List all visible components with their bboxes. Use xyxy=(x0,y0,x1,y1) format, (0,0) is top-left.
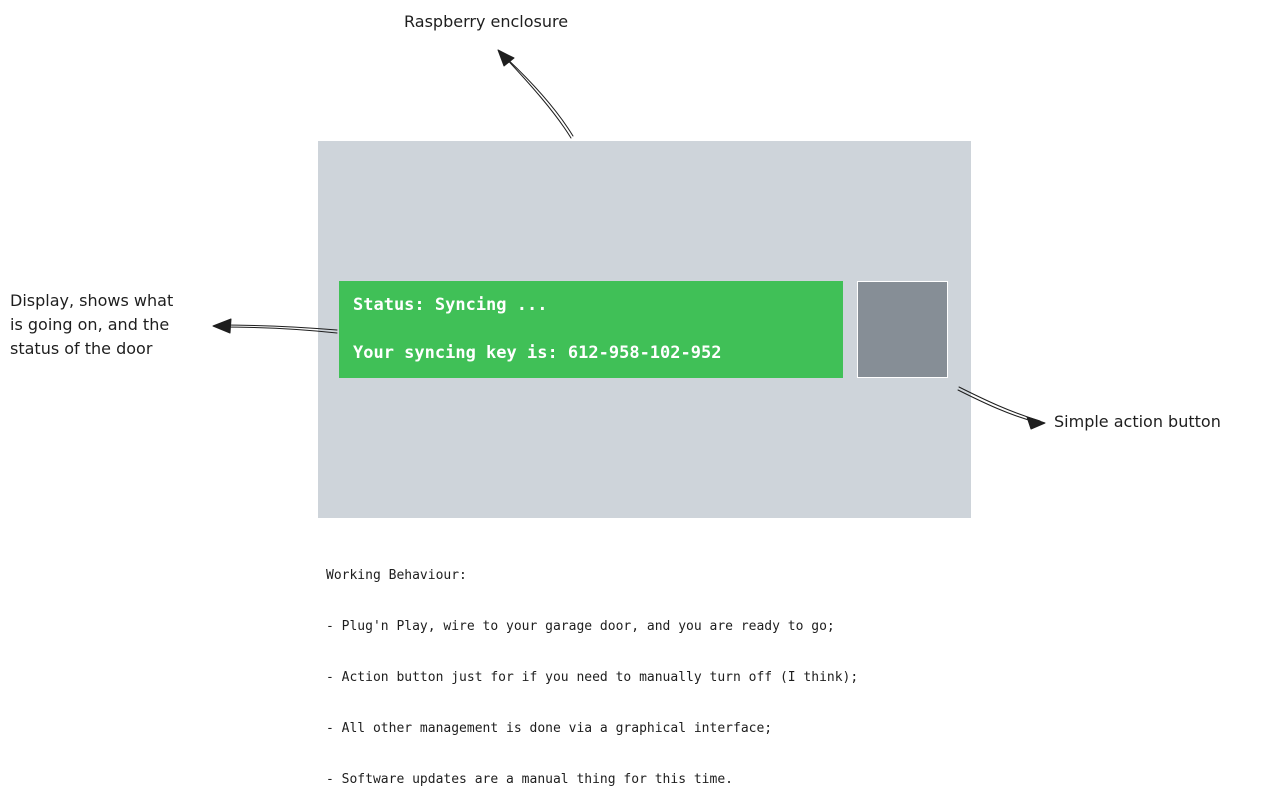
status-display: Status: Syncing ... Your syncing key is:… xyxy=(339,281,843,378)
enclosure-arrowhead-icon xyxy=(497,49,515,67)
enclosure-annotation: Raspberry enclosure xyxy=(404,12,569,31)
notes-item: - Software updates are a manual thing fo… xyxy=(326,772,733,787)
display-status-line: Status: Syncing ... xyxy=(353,295,548,315)
notes-item: - All other management is done via a gra… xyxy=(326,721,773,736)
display-arrowhead-icon xyxy=(212,318,232,334)
button-arrow-shaft xyxy=(958,386,1041,422)
button-arrowhead-icon xyxy=(1026,416,1046,430)
notes-heading: Working Behaviour: xyxy=(326,568,467,583)
display-annotation: Display, shows what is going on, and the… xyxy=(10,289,173,361)
notes-item: - Plug'n Play, wire to your garage door,… xyxy=(326,619,835,634)
enclosure-arrow-shaft xyxy=(501,53,572,139)
display-annotation-line-3: status of the door xyxy=(10,339,153,358)
enclosure-arrow-shaft-2 xyxy=(503,55,574,137)
simple-action-button[interactable] xyxy=(857,281,948,378)
display-annotation-line-2: is going on, and the xyxy=(10,315,170,334)
button-annotation: Simple action button xyxy=(1054,412,1221,431)
display-annotation-line-1: Display, shows what xyxy=(10,291,174,310)
notes-item: - Action button just for if you need to … xyxy=(326,670,859,685)
working-behaviour-notes: Working Behaviour: - Plug'n Play, wire t… xyxy=(326,533,858,805)
display-key-line: Your syncing key is: 612-958-102-952 xyxy=(353,343,722,363)
